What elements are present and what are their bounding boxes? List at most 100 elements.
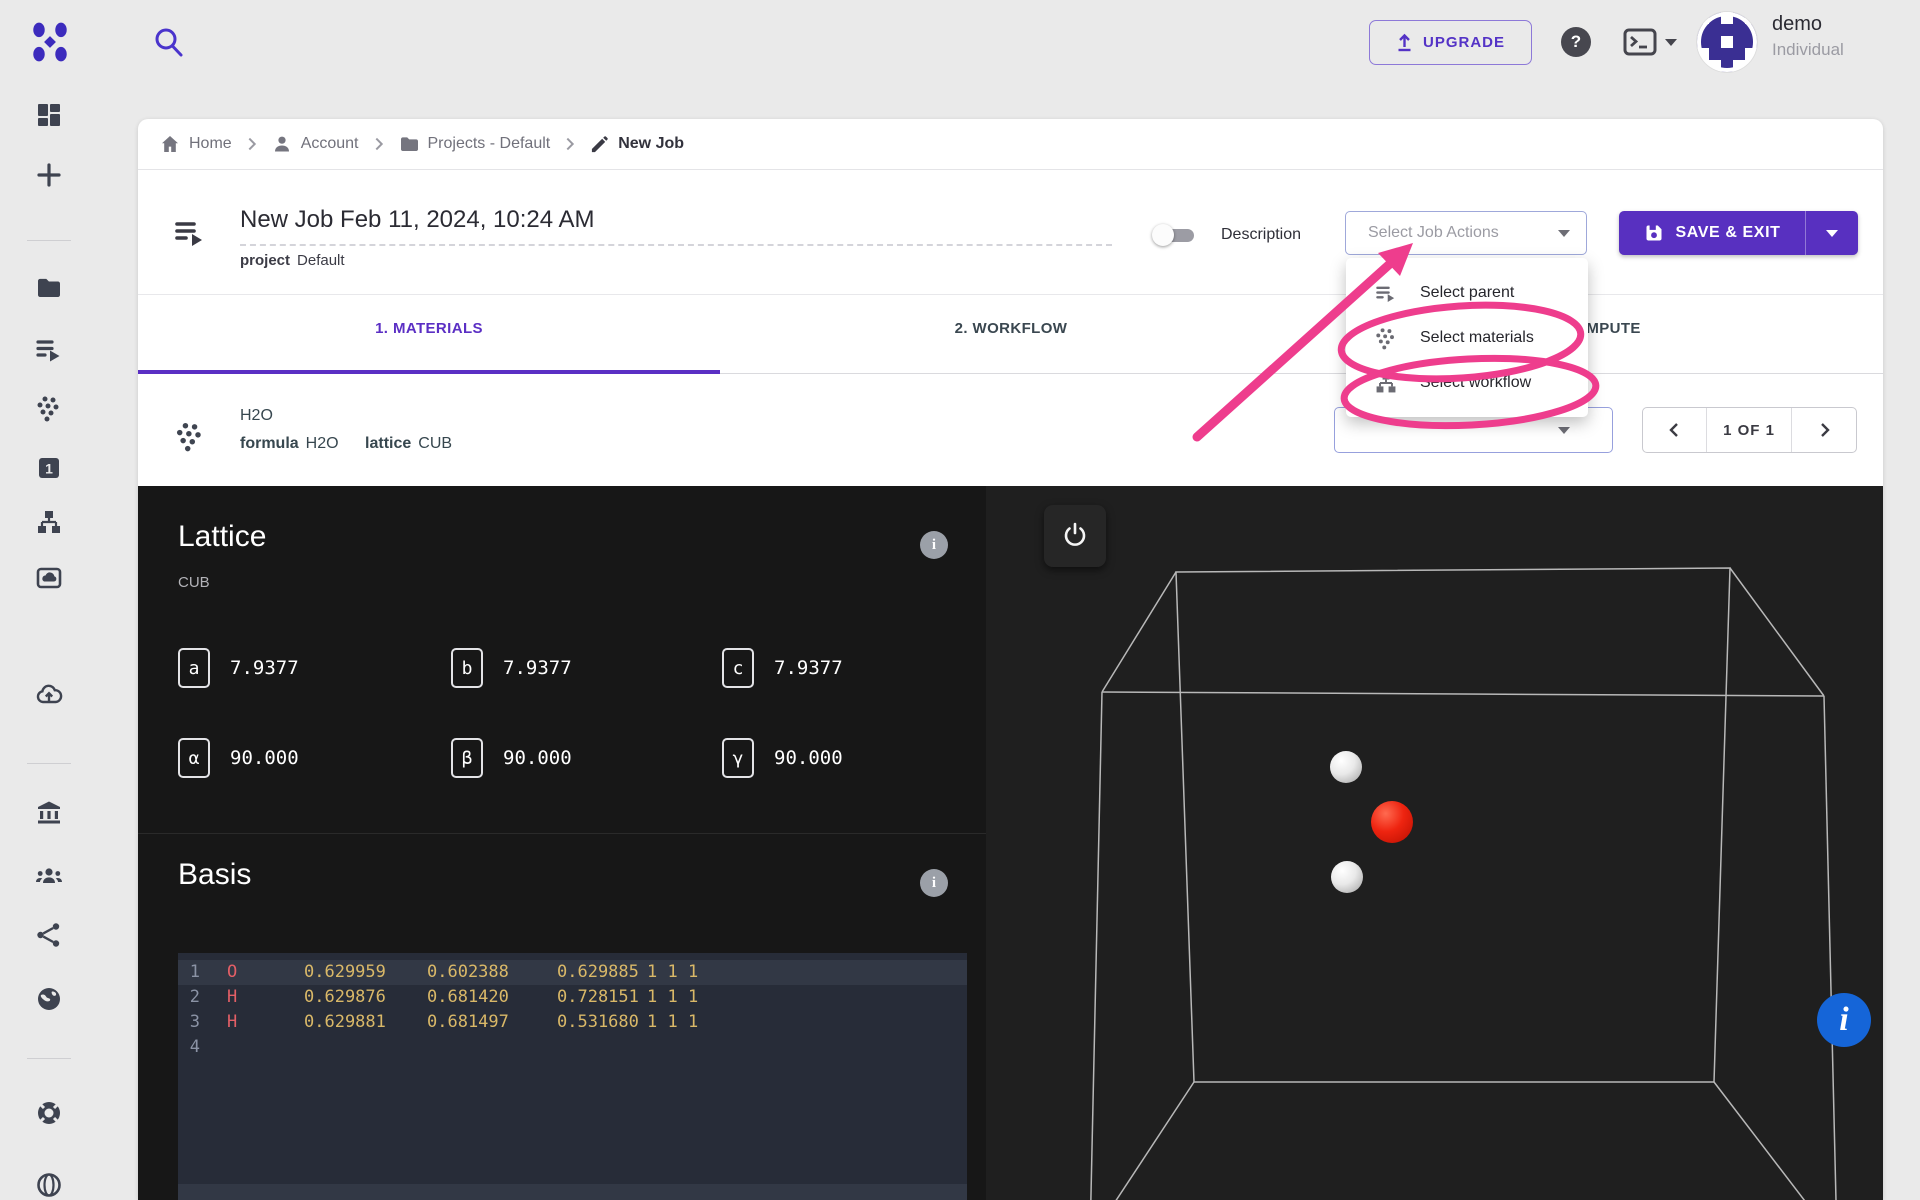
sidebar-item-media[interactable] [35, 564, 63, 592]
people-icon [36, 868, 62, 883]
info-icon: i [1839, 1001, 1849, 1038]
console-menu-button[interactable] [1623, 28, 1677, 56]
basis-editor[interactable]: 1 O 0.629959 0.602388 0.629885 1 1 1 2 H… [178, 953, 967, 1200]
user-name[interactable]: demo [1772, 13, 1822, 36]
sidebar-item-new[interactable] [35, 161, 63, 189]
lattice-param-alpha[interactable]: α 90.000 [178, 738, 299, 778]
param-value: 7.9377 [230, 657, 299, 679]
pencil-icon [592, 135, 608, 152]
sidebar-item-dashboard[interactable] [35, 101, 63, 129]
viewer-power-button[interactable] [1044, 505, 1106, 567]
lifesaver-icon [37, 1101, 61, 1125]
menu-item-select-workflow[interactable]: Select workflow [1346, 360, 1588, 405]
formula-value: H2O [305, 435, 339, 452]
info-icon: i [931, 536, 937, 553]
dashboard-icon [38, 104, 60, 126]
jobs-list-icon [36, 340, 60, 362]
sidebar-item-explore[interactable] [35, 1171, 63, 1199]
menu-item-select-parent[interactable]: Select parent [1346, 270, 1588, 315]
viewer-info-button[interactable]: i [1817, 993, 1871, 1047]
basis-line: 1 O 0.629959 0.602388 0.629885 1 1 1 [178, 960, 967, 985]
job-project: project Default [240, 252, 345, 269]
job-actions-label: Select Job Actions [1368, 224, 1499, 241]
breadcrumb-home[interactable]: Home [160, 134, 232, 154]
svg-text:1: 1 [45, 461, 53, 477]
sidebar-item-organization[interactable] [35, 798, 63, 826]
lattice-label: lattice [365, 435, 412, 452]
lattice-param-gamma[interactable]: γ 90.000 [722, 738, 843, 778]
globe-icon [38, 988, 60, 1010]
lattice-type: CUB [178, 574, 210, 591]
atom-sphere-red [1371, 801, 1413, 843]
menu-item-select-materials[interactable]: Select materials [1346, 315, 1588, 360]
tab-materials[interactable]: 1. MATERIALS [138, 320, 720, 337]
material-pagination: 1 OF 1 [1642, 407, 1857, 453]
param-symbol: γ [722, 738, 754, 778]
lattice-param-a[interactable]: a 7.9377 [178, 648, 299, 688]
active-tab-indicator [138, 370, 720, 374]
material-item-icon-wrap [174, 420, 206, 452]
upgrade-label: UPGRADE [1422, 34, 1505, 51]
select-workflow-icon [1376, 373, 1396, 392]
sidebar-item-team[interactable] [35, 862, 63, 890]
basis-info-button[interactable]: i [920, 869, 948, 897]
editor-scroll-strip[interactable] [178, 1184, 967, 1200]
pagination-next-button[interactable] [1791, 408, 1856, 452]
param-symbol: b [451, 648, 483, 688]
job-list-play-icon [175, 222, 202, 246]
sidebar-item-share[interactable] [35, 921, 63, 949]
sidebar-item-web[interactable] [35, 985, 63, 1013]
job-actions-menu: Select parent Select materials Select wo… [1346, 258, 1588, 417]
sidebar-item-workflows[interactable] [35, 508, 63, 536]
globe-outline-icon [37, 1173, 61, 1197]
lattice-title: Lattice [178, 520, 267, 553]
job-type-indicator [174, 216, 208, 250]
lattice-value: CUB [418, 435, 453, 452]
terminal-icon [1623, 28, 1657, 56]
lattice-info-button[interactable]: i [920, 531, 948, 559]
lattice-param-b[interactable]: b 7.9377 [451, 648, 572, 688]
chevron-down-icon [1558, 427, 1570, 434]
basis-line: 2 H 0.629876 0.681420 0.728151 1 1 1 [189, 987, 699, 1007]
job-actions-select[interactable]: Select Job Actions [1345, 211, 1587, 255]
chevron-down-icon [1665, 38, 1677, 46]
sidebar-item-materials[interactable] [35, 394, 63, 422]
description-toggle[interactable] [1152, 222, 1198, 248]
breadcrumb-projects[interactable]: Projects - Default [399, 134, 550, 154]
material-name[interactable]: H2O [240, 407, 273, 425]
sidebar-item-jobs[interactable] [35, 336, 63, 364]
project-label: project [240, 252, 291, 269]
app-logo[interactable] [28, 20, 72, 64]
lattice-param-beta[interactable]: β 90.000 [451, 738, 572, 778]
help-button[interactable]: ? [1561, 27, 1591, 57]
account-icon [274, 136, 289, 152]
chevron-down-icon [1558, 229, 1570, 237]
param-value: 7.9377 [503, 657, 572, 679]
param-symbol: a [178, 648, 210, 688]
avatar[interactable] [1697, 12, 1757, 72]
save-exit-button[interactable]: SAVE & EXIT [1619, 211, 1806, 255]
pagination-prev-button[interactable] [1643, 408, 1707, 452]
param-symbol: α [178, 738, 210, 778]
tab-workflow[interactable]: 2. WORKFLOW [720, 320, 1302, 337]
sidebar-item-bank-unit[interactable]: 1 [35, 454, 63, 482]
breadcrumb-new-job: New Job [590, 135, 684, 154]
panel-divider [138, 833, 986, 834]
save-options-button[interactable] [1806, 229, 1858, 237]
select-parent-icon [1376, 286, 1395, 302]
folder-icon [400, 137, 418, 151]
search-button[interactable] [152, 26, 186, 60]
bank-icon [38, 801, 60, 824]
breadcrumb-account[interactable]: Account [272, 134, 359, 154]
lattice-param-c[interactable]: c 7.9377 [722, 648, 843, 688]
pagination-label: 1 OF 1 [1723, 421, 1775, 439]
help-question-icon: ? [1570, 32, 1582, 51]
chevron-left-icon [1668, 423, 1678, 437]
sidebar-item-projects[interactable] [35, 274, 63, 302]
chevron-right-icon [1821, 423, 1830, 437]
sidebar-item-uploads[interactable] [35, 681, 63, 709]
sidebar-item-support[interactable] [35, 1099, 63, 1127]
viewer-3d[interactable]: i [986, 486, 1883, 1200]
job-title[interactable]: New Job Feb 11, 2024, 10:24 AM [240, 206, 594, 234]
upgrade-button[interactable]: UPGRADE [1369, 20, 1532, 65]
